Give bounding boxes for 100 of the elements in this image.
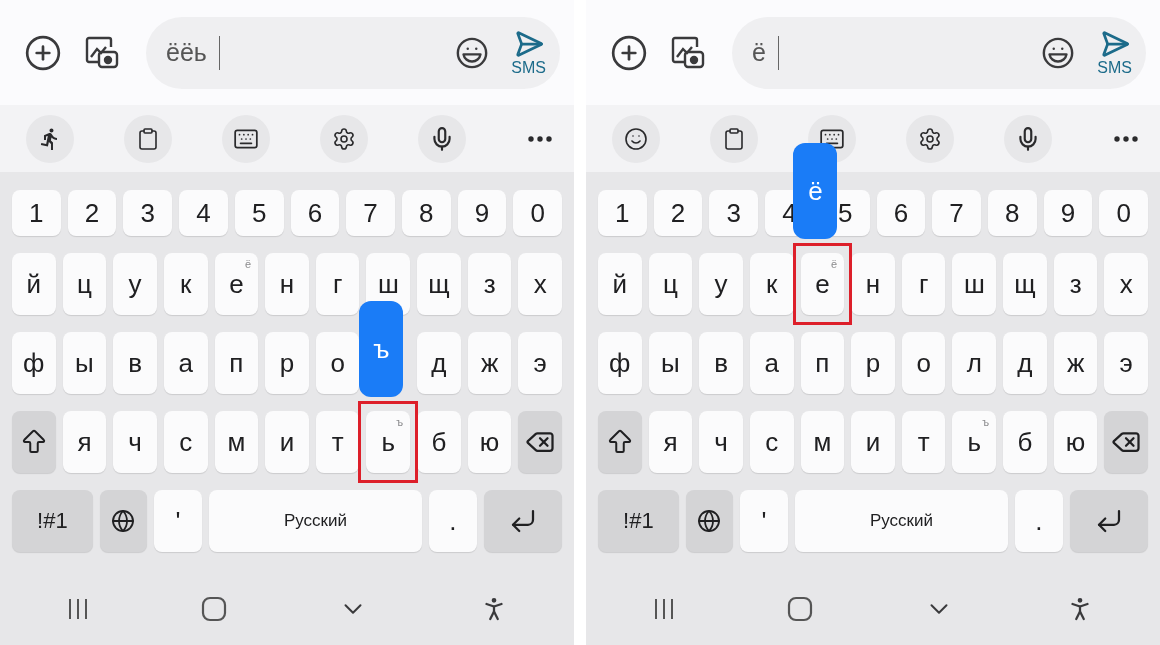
add-button[interactable] bbox=[610, 33, 648, 72]
message-field[interactable]: ё SMS bbox=[732, 16, 1146, 89]
space-key[interactable]: Русский bbox=[794, 490, 1009, 552]
key[interactable]: х bbox=[1104, 253, 1149, 315]
key[interactable]: с bbox=[163, 411, 208, 473]
key[interactable]: 3 bbox=[123, 190, 173, 236]
message-field[interactable]: ёёь SMS bbox=[146, 16, 560, 89]
key[interactable]: 0 bbox=[1099, 190, 1149, 236]
key[interactable]: о bbox=[901, 332, 946, 394]
key[interactable]: г bbox=[901, 253, 946, 315]
key[interactable]: д bbox=[417, 332, 461, 394]
key[interactable]: 6 bbox=[876, 190, 926, 236]
key[interactable]: . bbox=[429, 490, 477, 552]
key[interactable]: в bbox=[699, 332, 743, 394]
shift-key[interactable] bbox=[12, 411, 56, 473]
key[interactable]: д bbox=[1003, 332, 1047, 394]
key[interactable]: в bbox=[113, 332, 157, 394]
space-key[interactable]: Русский bbox=[208, 490, 423, 552]
runner-button[interactable] bbox=[26, 114, 74, 163]
gallery-button[interactable] bbox=[84, 34, 120, 71]
key[interactable]: с bbox=[749, 411, 794, 473]
key[interactable]: 3 bbox=[709, 190, 759, 236]
key[interactable]: э bbox=[1104, 332, 1149, 394]
key[interactable]: 9 bbox=[1043, 190, 1093, 236]
settings-button[interactable] bbox=[906, 114, 954, 163]
emoji-button[interactable] bbox=[612, 114, 660, 163]
key[interactable]: 1 bbox=[598, 190, 647, 236]
language-key[interactable] bbox=[99, 490, 148, 552]
key[interactable]: г bbox=[315, 253, 360, 315]
key[interactable]: ч bbox=[113, 411, 157, 473]
key[interactable]: т bbox=[315, 411, 360, 473]
key[interactable]: я bbox=[62, 411, 107, 473]
key[interactable]: ж bbox=[467, 332, 512, 394]
key[interactable]: и bbox=[851, 411, 895, 473]
settings-button[interactable] bbox=[320, 114, 368, 163]
mic-button[interactable] bbox=[418, 114, 466, 163]
send-button[interactable]: SMS bbox=[511, 28, 546, 77]
key[interactable]: р bbox=[265, 332, 309, 394]
key[interactable]: х bbox=[518, 253, 563, 315]
enter-key[interactable] bbox=[1069, 490, 1148, 552]
key[interactable]: т bbox=[901, 411, 946, 473]
gallery-button[interactable] bbox=[670, 34, 706, 71]
key[interactable]: 7 bbox=[346, 190, 395, 236]
symbols-key[interactable]: !#1 bbox=[598, 490, 679, 552]
key[interactable]: 6 bbox=[290, 190, 340, 236]
key[interactable]: ю bbox=[467, 411, 512, 473]
key[interactable]: 8 bbox=[987, 190, 1037, 236]
key[interactable]: р bbox=[851, 332, 895, 394]
key[interactable]: з bbox=[1053, 253, 1098, 315]
key[interactable]: ы bbox=[648, 332, 693, 394]
key[interactable]: е ё bbox=[800, 253, 845, 315]
key[interactable]: ' bbox=[740, 490, 788, 552]
key[interactable]: я bbox=[648, 411, 693, 473]
add-button[interactable] bbox=[24, 33, 62, 72]
key[interactable]: п bbox=[800, 332, 845, 394]
key[interactable]: 8 bbox=[401, 190, 451, 236]
key[interactable]: к bbox=[749, 253, 794, 315]
language-key[interactable] bbox=[685, 490, 734, 552]
key[interactable]: 9 bbox=[457, 190, 507, 236]
clipboard-button[interactable] bbox=[710, 114, 758, 163]
key[interactable]: ы bbox=[62, 332, 107, 394]
key[interactable]: а bbox=[163, 332, 208, 394]
key[interactable]: щ bbox=[1003, 253, 1047, 315]
key[interactable]: 7 bbox=[932, 190, 981, 236]
key[interactable]: а bbox=[749, 332, 794, 394]
key[interactable]: ф bbox=[598, 332, 642, 394]
key[interactable]: ь ъ bbox=[366, 411, 411, 473]
backspace-key[interactable] bbox=[518, 411, 563, 473]
key[interactable]: ь ъ bbox=[952, 411, 997, 473]
key[interactable]: к bbox=[163, 253, 208, 315]
backspace-key[interactable] bbox=[1104, 411, 1149, 473]
key[interactable]: й bbox=[12, 253, 56, 315]
clipboard-button[interactable] bbox=[124, 114, 172, 163]
key[interactable]: н bbox=[851, 253, 895, 315]
home-button[interactable] bbox=[200, 596, 227, 622]
key[interactable]: е ё bbox=[214, 253, 259, 315]
send-button[interactable]: SMS bbox=[1097, 28, 1132, 77]
key[interactable]: м bbox=[214, 411, 259, 473]
key[interactable]: б bbox=[417, 411, 461, 473]
key[interactable]: м bbox=[800, 411, 845, 473]
key[interactable]: ф bbox=[12, 332, 56, 394]
key[interactable]: й bbox=[598, 253, 642, 315]
key[interactable]: ' bbox=[154, 490, 202, 552]
key[interactable]: ч bbox=[699, 411, 743, 473]
symbols-key[interactable]: !#1 bbox=[12, 490, 93, 552]
home-button[interactable] bbox=[786, 596, 813, 622]
key[interactable]: 0 bbox=[513, 190, 563, 236]
key[interactable]: ц bbox=[648, 253, 693, 315]
key[interactable]: о bbox=[315, 332, 360, 394]
key[interactable]: э bbox=[518, 332, 563, 394]
emoji-button[interactable] bbox=[1041, 35, 1076, 70]
emoji-button[interactable] bbox=[455, 35, 490, 70]
key[interactable]: ц bbox=[62, 253, 107, 315]
key[interactable]: у bbox=[699, 253, 743, 315]
key[interactable]: 2 bbox=[67, 190, 117, 236]
key[interactable]: н bbox=[265, 253, 309, 315]
key[interactable]: ш bbox=[952, 253, 997, 315]
keyboard-button[interactable] bbox=[222, 114, 270, 163]
key[interactable]: ю bbox=[1053, 411, 1098, 473]
key[interactable]: 2 bbox=[653, 190, 703, 236]
